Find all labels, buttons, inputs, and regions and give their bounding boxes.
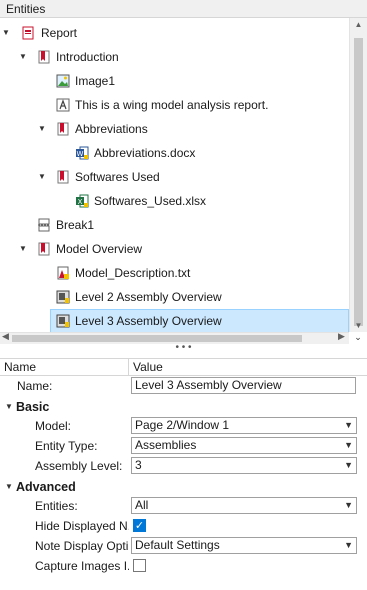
prop-row-entity-type: Entity Type: Assemblies ▼ <box>0 436 367 456</box>
tree-item-model-description[interactable]: Model_Description.txt <box>0 261 349 285</box>
expand-panel-icon[interactable]: ⌄ <box>350 332 366 344</box>
tree-item-level3-assembly[interactable]: Level 3 Assembly Overview <box>50 309 349 332</box>
scroll-down-icon[interactable]: ▼ <box>350 321 367 330</box>
word-file-icon: W <box>76 146 89 160</box>
chevron-down-icon: ▼ <box>344 440 353 450</box>
expand-caret-icon[interactable]: ▼ <box>18 237 28 261</box>
scroll-thumb[interactable] <box>354 38 363 326</box>
svg-text:X: X <box>78 198 83 206</box>
chapter-icon <box>57 170 69 184</box>
tree-item-text[interactable]: This is a wing model analysis report. <box>0 93 349 117</box>
excel-file-icon: X <box>76 194 89 208</box>
chevron-down-icon: ▼ <box>344 420 353 430</box>
chapter-icon <box>38 242 50 256</box>
image-icon <box>56 74 70 88</box>
prop-row-model: Model: Page 2/Window 1 ▼ <box>0 416 367 436</box>
tree-item-softwares-used[interactable]: ▼ Softwares Used <box>0 165 349 189</box>
note-display-select[interactable]: Default Settings ▼ <box>131 537 357 554</box>
model-select[interactable]: Page 2/Window 1 ▼ <box>131 417 357 434</box>
hide-displayed-checkbox[interactable]: ✓ <box>133 519 146 532</box>
section-advanced[interactable]: ▼ Advanced <box>0 477 367 497</box>
svg-text:W: W <box>77 150 84 158</box>
prop-row-assembly-level: Assembly Level: 3 ▼ <box>0 456 367 476</box>
tree-item-break1[interactable]: Break1 <box>0 213 349 237</box>
model-view-icon <box>56 314 70 328</box>
scroll-right-icon[interactable]: ▶ <box>338 331 345 342</box>
section-basic[interactable]: ▼ Basic <box>0 397 367 417</box>
expand-caret-icon[interactable]: ▼ <box>18 45 28 69</box>
prop-row-capture-images: Capture Images I... <box>0 556 367 576</box>
expand-caret-icon[interactable]: ▼ <box>37 117 47 141</box>
scroll-left-icon[interactable]: ◀ <box>2 331 9 342</box>
report-icon <box>22 26 34 40</box>
tree-item-softwares-used-xlsx[interactable]: X Softwares_Used.xlsx <box>0 189 349 213</box>
column-header-value: Value <box>133 360 163 374</box>
collapse-caret-icon[interactable]: ▼ <box>4 477 14 497</box>
prop-row-name: Name: Level 3 Assembly Overview <box>0 376 367 396</box>
assembly-level-select[interactable]: 3 ▼ <box>131 457 357 474</box>
tree-item-level2-assembly[interactable]: Level 2 Assembly Overview <box>0 285 349 309</box>
tree-item-image1[interactable]: Image1 <box>0 69 349 93</box>
tree-item-model-overview[interactable]: ▼ Model Overview <box>0 237 349 261</box>
expand-caret-icon[interactable]: ▼ <box>1 21 11 45</box>
model-view-icon <box>56 290 70 304</box>
tree-item-abbreviations[interactable]: ▼ Abbreviations <box>0 117 349 141</box>
scroll-thumb[interactable] <box>12 335 302 342</box>
column-header-name: Name <box>4 360 37 374</box>
properties-header: Name Value <box>0 358 367 376</box>
chevron-down-icon: ▼ <box>344 500 353 510</box>
text-icon <box>56 98 70 112</box>
prop-row-hide-displayed: Hide Displayed N... ✓ <box>35 519 146 533</box>
name-input[interactable]: Level 3 Assembly Overview <box>131 377 356 394</box>
chapter-icon <box>38 50 50 64</box>
panel-splitter-grip[interactable]: • • • <box>0 343 367 356</box>
page-break-icon <box>38 218 50 232</box>
entity-type-select[interactable]: Assemblies ▼ <box>131 437 357 454</box>
entities-tree[interactable]: ▼ Report ▼ Introduction Image1 This is a… <box>0 18 349 332</box>
tree-vertical-scrollbar[interactable]: ▲ ▼ <box>349 18 367 332</box>
column-divider[interactable] <box>128 359 129 376</box>
prop-row-note-display: Note Display Opti... Default Settings ▼ <box>0 536 367 556</box>
scroll-up-icon[interactable]: ▲ <box>350 20 367 29</box>
chapter-icon <box>57 122 69 136</box>
chevron-down-icon: ▼ <box>344 540 353 550</box>
tree-item-introduction[interactable]: ▼ Introduction <box>0 45 349 69</box>
text-file-icon <box>57 266 69 280</box>
collapse-caret-icon[interactable]: ▼ <box>4 397 14 417</box>
panel-title: Entities <box>0 0 367 18</box>
expand-caret-icon[interactable]: ▼ <box>37 165 47 189</box>
entities-select[interactable]: All ▼ <box>131 497 357 514</box>
chevron-down-icon: ▼ <box>344 460 353 470</box>
tree-item-abbreviations-docx[interactable]: W Abbreviations.docx <box>0 141 349 165</box>
capture-images-checkbox[interactable] <box>133 559 146 572</box>
prop-row-entities: Entities: All ▼ <box>0 496 367 516</box>
tree-item-report[interactable]: ▼ Report <box>0 21 349 45</box>
